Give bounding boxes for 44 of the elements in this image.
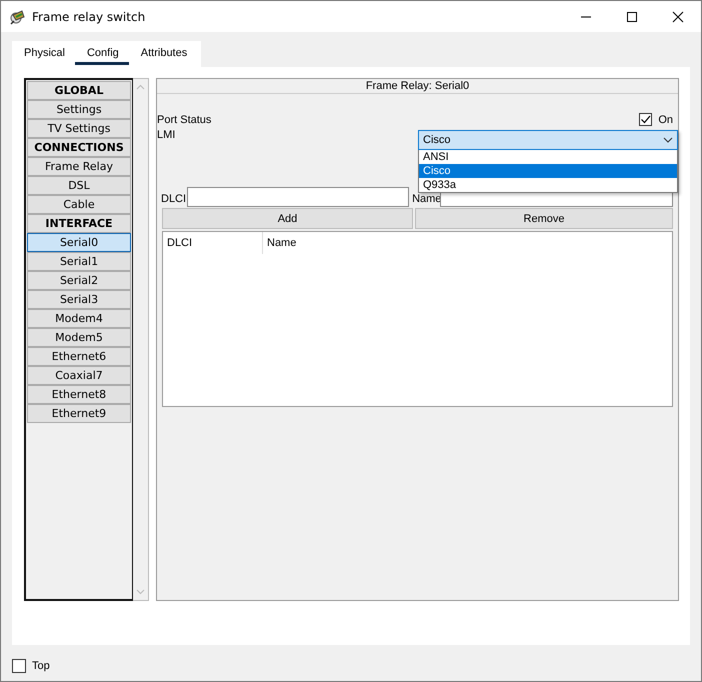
sidebar-item[interactable]: Settings [27, 100, 131, 119]
sidebar-header[interactable]: GLOBAL [27, 81, 131, 100]
sidebar-item[interactable]: Ethernet6 [27, 347, 131, 366]
name-label: Name [412, 193, 442, 205]
port-status-label: Port Status [157, 114, 212, 126]
sidebar-item[interactable]: Frame Relay [27, 157, 131, 176]
lmi-label: LMI [157, 129, 176, 141]
sidebar-item[interactable]: Serial0 [27, 233, 131, 252]
dlci-label: DLCI [161, 193, 186, 205]
window-title: Frame relay switch [32, 10, 146, 24]
sidebar-item[interactable]: Serial3 [27, 290, 131, 309]
add-button[interactable]: Add [162, 208, 413, 229]
sidebar-item[interactable]: Cable [27, 195, 131, 214]
sidebar-item[interactable]: Serial2 [27, 271, 131, 290]
dlci-field[interactable] [187, 187, 410, 207]
sidebar-header[interactable]: INTERFACE [27, 214, 131, 233]
maximize-icon[interactable] [626, 10, 638, 22]
sidebar-item[interactable]: Modem5 [27, 328, 131, 347]
tab[interactable]: Config [74, 41, 129, 67]
sidebar-item[interactable]: TV Settings [27, 119, 131, 138]
checkbox-label: On [658, 114, 673, 126]
close-icon[interactable] [672, 10, 684, 22]
sidebar-item[interactable]: Modem4 [27, 309, 131, 328]
on-checkbox[interactable] [639, 113, 652, 126]
tab[interactable]: Physical [12, 41, 75, 67]
chevron-down-icon [663, 137, 673, 143]
column-header[interactable]: Name [263, 232, 296, 254]
tab[interactable]: Attributes [128, 41, 202, 67]
lmi-dropdown[interactable]: Cisco [418, 130, 678, 150]
column-header[interactable]: DLCI [163, 232, 263, 254]
dropdown-option[interactable]: ANSI [419, 150, 677, 164]
sidebar-header[interactable]: CONNECTIONS [27, 138, 131, 157]
top-checkbox[interactable] [12, 659, 26, 673]
remove-button[interactable]: Remove [415, 208, 673, 229]
dropdown-option[interactable]: Cisco [419, 164, 677, 178]
sidebar-item[interactable]: Coaxial7 [27, 366, 131, 385]
sidebar-item[interactable]: Ethernet9 [27, 404, 131, 423]
sidebar-item[interactable]: Serial1 [27, 252, 131, 271]
app-icon [10, 8, 26, 24]
sidebar-item[interactable]: DSL [27, 176, 131, 195]
dropdown-option[interactable]: Q933a [419, 178, 677, 192]
checkbox-label: Top [32, 660, 50, 672]
sidebar-item[interactable]: Ethernet8 [27, 385, 131, 404]
panel-title: Frame Relay: Serial0 [157, 79, 678, 94]
